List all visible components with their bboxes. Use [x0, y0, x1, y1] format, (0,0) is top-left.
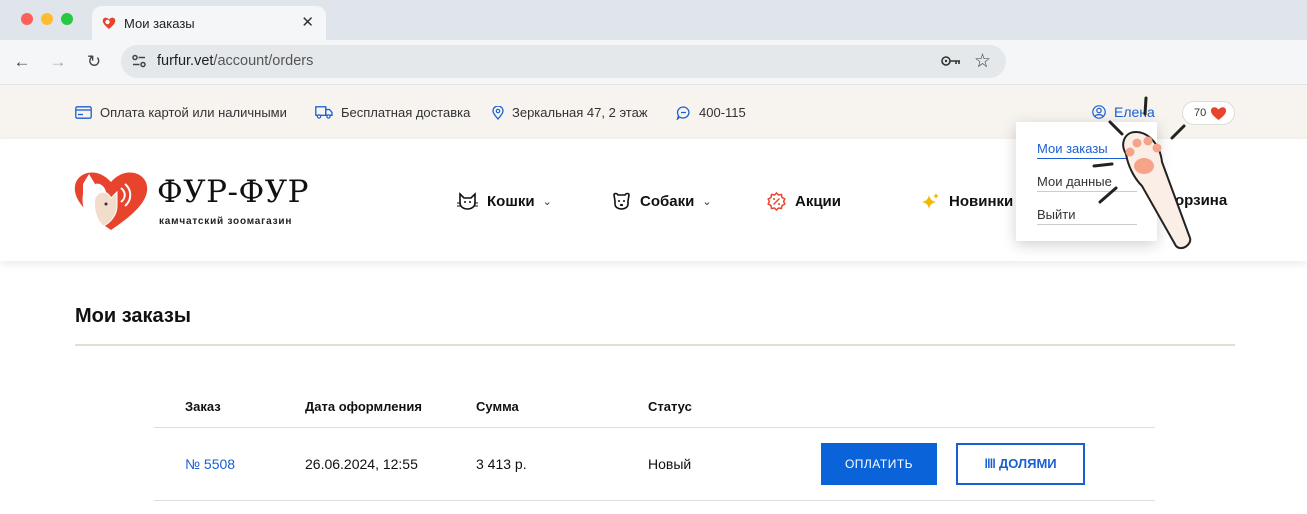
browser-tab-strip: Мои заказы ✕: [0, 0, 1307, 40]
logo-subtitle: камчатский зоомагазин: [159, 216, 293, 227]
url-domain: furfur.vet: [157, 53, 214, 69]
paw-cursor-icon: [1092, 96, 1192, 250]
window-minimize-button[interactable]: [41, 13, 53, 25]
column-header-sum: Сумма: [476, 399, 519, 414]
order-sum: 3 413 р.: [476, 456, 527, 472]
address-info: Зеркальная 47, 2 этаж: [492, 105, 648, 120]
cat-icon: [457, 192, 478, 210]
table-row-divider: [154, 500, 1155, 501]
menu-cats-label: Кошки: [487, 192, 535, 210]
discount-badge-icon: [767, 192, 786, 211]
card-icon: [75, 106, 92, 119]
tab-close-icon[interactable]: ✕: [301, 13, 314, 31]
chevron-down-icon: ⌄: [702, 195, 712, 208]
chevron-down-icon: ⌄: [542, 195, 552, 208]
phone-info[interactable]: 400-115: [676, 105, 746, 120]
column-header-order: Заказ: [185, 399, 221, 414]
truck-icon: [315, 106, 333, 119]
page-title: Мои заказы: [75, 305, 191, 327]
menu-cats[interactable]: Кошки ⌄: [457, 192, 552, 210]
browser-toolbar: ← → ↻ furfur.vet/account/orders ☆: [0, 40, 1307, 85]
site-settings-icon[interactable]: [131, 53, 147, 69]
url-text: furfur.vet/account/orders: [157, 53, 313, 69]
logo-title[interactable]: ФУР-ФУР: [157, 174, 309, 210]
delivery-text: Бесплатная доставка: [341, 105, 471, 120]
url-path: /account/orders: [213, 53, 314, 69]
phone-text: 400-115: [699, 105, 746, 120]
payment-info: Оплата картой или наличными: [75, 105, 287, 120]
menu-new[interactable]: Новинки: [921, 192, 1013, 211]
password-key-icon[interactable]: [940, 52, 962, 70]
address-text: Зеркальная 47, 2 этаж: [512, 105, 648, 120]
site-favicon-icon: [102, 17, 116, 29]
tab-title: Мои заказы: [124, 16, 195, 31]
title-divider: [75, 344, 1235, 346]
menu-dogs[interactable]: Собаки ⌄: [612, 192, 712, 210]
pay-in-parts-label: ДОЛЯМИ: [998, 456, 1057, 471]
payment-text: Оплата картой или наличными: [100, 105, 287, 120]
browser-tab[interactable]: Мои заказы ✕: [92, 6, 326, 40]
window-zoom-button[interactable]: [61, 13, 73, 25]
reload-icon[interactable]: ↻: [84, 52, 104, 72]
installments-bars-icon: ǀǀǀǀ: [984, 456, 996, 471]
address-bar[interactable]: furfur.vet/account/orders ☆: [121, 45, 1006, 78]
sparkle-icon: [922, 193, 939, 209]
bookmark-star-icon[interactable]: ☆: [974, 50, 991, 73]
chat-bubble-icon: [676, 105, 690, 120]
pay-in-parts-button[interactable]: ǀǀǀǀ ДОЛЯМИ: [956, 443, 1085, 485]
window-close-button[interactable]: [21, 13, 33, 25]
delivery-info: Бесплатная доставка: [315, 105, 470, 120]
menu-sales[interactable]: Акции: [767, 192, 841, 211]
pay-button[interactable]: ОПЛАТИТЬ: [821, 443, 937, 485]
table-header-divider: [154, 427, 1155, 428]
dog-icon: [613, 192, 630, 210]
menu-sales-label: Акции: [795, 193, 842, 210]
forward-arrow-icon[interactable]: →: [48, 52, 68, 72]
order-status: Новый: [648, 456, 692, 472]
order-date: 26.06.2024, 12:55: [305, 456, 418, 472]
menu-dogs-label: Собаки: [640, 192, 695, 210]
menu-new-label: Новинки: [949, 193, 1014, 210]
brand-logo-icon[interactable]: [73, 168, 149, 232]
location-pin-icon: [492, 105, 504, 120]
column-header-date: Дата оформления: [305, 399, 422, 414]
back-arrow-icon[interactable]: ←: [12, 52, 32, 72]
column-header-status: Статус: [648, 399, 692, 414]
order-number-link[interactable]: № 5508: [185, 456, 235, 472]
heart-icon: [1210, 107, 1227, 120]
